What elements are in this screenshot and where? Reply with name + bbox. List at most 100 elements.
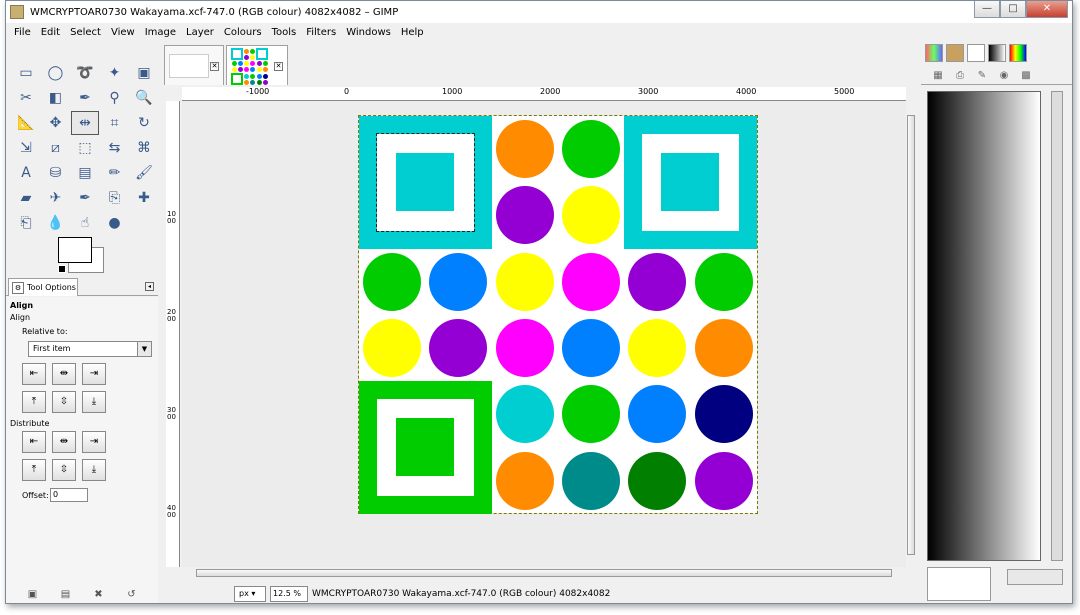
ink-tool-icon[interactable]: ✒ — [71, 186, 99, 210]
align-right-button[interactable]: ⇥ — [82, 363, 106, 385]
paths-tool-icon[interactable]: ✒ — [71, 86, 99, 110]
close-icon[interactable]: ✕ — [274, 62, 283, 71]
zoom-tool-icon[interactable]: 🔍 — [130, 86, 158, 110]
blend-tool-icon[interactable]: ▤ — [71, 161, 99, 185]
distribute-middle-button[interactable]: ⇳ — [52, 459, 76, 481]
foreground-select-tool-icon[interactable]: ◧ — [42, 86, 70, 110]
minimize-button[interactable]: — — [974, 1, 1000, 18]
scissors-tool-icon[interactable]: ✂ — [12, 86, 40, 110]
close-button[interactable]: ✕ — [1026, 1, 1068, 18]
smudge-tool-icon[interactable]: ☝ — [71, 211, 99, 235]
perspective-clone-tool-icon[interactable]: ⎗ — [12, 211, 40, 235]
layers-icon[interactable]: ▦ — [927, 70, 949, 81]
offset-input[interactable]: 0 — [50, 488, 88, 502]
flip-tool-icon[interactable]: ⇆ — [101, 136, 129, 160]
pencil-tool-icon[interactable]: ✏ — [101, 161, 129, 185]
menu-view[interactable]: View — [111, 27, 135, 38]
paths-icon[interactable]: ✎ — [971, 70, 993, 81]
unit-select[interactable]: px ▾ — [234, 586, 266, 602]
panel-menu-icon[interactable]: ◂ — [145, 282, 154, 291]
gradient-preview[interactable] — [927, 91, 1041, 561]
restore-options-icon[interactable]: ▤ — [59, 589, 73, 601]
canvas-area[interactable] — [182, 101, 906, 567]
close-icon[interactable]: ✕ — [210, 62, 219, 71]
align-tool-icon[interactable]: ⇹ — [71, 111, 99, 135]
vertical-scrollbar[interactable] — [906, 101, 916, 567]
palettes-icon[interactable] — [1009, 44, 1027, 62]
horizontal-scrollbar[interactable] — [182, 567, 906, 579]
measure-tool-icon[interactable]: 📐 — [12, 111, 40, 135]
menu-windows[interactable]: Windows — [346, 27, 391, 38]
menu-filters[interactable]: Filters — [306, 27, 336, 38]
blur-tool-icon[interactable]: 💧 — [42, 211, 70, 235]
distribute-right-button[interactable]: ⇥ — [82, 431, 106, 453]
colormap-icon[interactable]: ◉ — [993, 70, 1015, 81]
zoom-select[interactable]: 12.5 % ▾ — [270, 586, 308, 602]
align-center-button[interactable]: ⇹ — [52, 363, 76, 385]
shear-tool-icon[interactable]: ⧄ — [42, 136, 70, 160]
tab-tool-options[interactable]: ⚙ Tool Options — [8, 278, 78, 296]
cage-tool-icon[interactable]: ⌘ — [130, 136, 158, 160]
patterns-icon[interactable] — [925, 44, 943, 62]
channels-icon[interactable]: ⎙ — [949, 70, 971, 81]
histogram-icon[interactable]: ▩ — [1015, 70, 1037, 81]
edit-gradient-button[interactable] — [1007, 569, 1063, 585]
perspective-tool-icon[interactable]: ⬚ — [71, 136, 99, 160]
image-tab-2[interactable]: ✕ — [226, 45, 288, 85]
crop-tool-icon[interactable]: ⌗ — [101, 111, 129, 135]
distribute-bottom-button[interactable]: ⤓ — [82, 459, 106, 481]
dock-scrollbar[interactable] — [1051, 91, 1063, 561]
thumbnail-circle — [256, 61, 262, 67]
brush-dynamics-icon[interactable] — [967, 44, 985, 62]
scale-tool-icon[interactable]: ⇲ — [12, 136, 40, 160]
bucket-fill-tool-icon[interactable]: ⛁ — [42, 161, 70, 185]
heal-tool-icon[interactable]: ✚ — [130, 186, 158, 210]
thumbnail-circle — [231, 61, 237, 67]
align-middle-button[interactable]: ⇳ — [52, 391, 76, 413]
fg-bg-colors[interactable] — [58, 237, 104, 275]
reset-options-icon[interactable]: ↺ — [125, 589, 139, 601]
text-tool-icon[interactable]: A — [12, 161, 40, 185]
clone-tool-icon[interactable]: ⎘ — [101, 186, 129, 210]
distribute-center-button[interactable]: ⇹ — [52, 431, 76, 453]
default-colors-icon[interactable] — [58, 265, 66, 273]
image-tab-1[interactable]: ✕ — [164, 45, 224, 85]
fuzzy-select-tool-icon[interactable]: ✦ — [101, 61, 129, 85]
eraser-tool-icon[interactable]: ▰ — [12, 186, 40, 210]
align-left-button[interactable]: ⇤ — [22, 363, 46, 385]
foreground-color-swatch[interactable] — [58, 237, 92, 263]
color-picker-tool-icon[interactable]: ⚲ — [101, 86, 129, 110]
vertical-ruler[interactable]: 1000 2000 3000 4000 — [166, 101, 180, 567]
maximize-button[interactable]: □ — [1000, 1, 1026, 18]
menu-tools[interactable]: Tools — [272, 27, 297, 38]
select-by-color-tool-icon[interactable]: ▣ — [130, 61, 158, 85]
image-canvas[interactable] — [358, 115, 758, 514]
airbrush-tool-icon[interactable]: ✈ — [42, 186, 70, 210]
menu-image[interactable]: Image — [145, 27, 176, 38]
menu-help[interactable]: Help — [401, 27, 424, 38]
distribute-top-button[interactable]: ⤒ — [22, 459, 46, 481]
delete-options-icon[interactable]: ✖ — [92, 589, 106, 601]
relative-to-select[interactable]: First item ▼ — [28, 341, 152, 357]
thumbnail-circle — [244, 61, 250, 67]
gradients-icon[interactable] — [988, 44, 1006, 62]
horizontal-ruler[interactable]: -1000 0 1000 2000 3000 4000 5000 — [182, 87, 906, 101]
paintbrush-tool-icon[interactable]: 🖌 — [130, 161, 158, 185]
rotate-tool-icon[interactable]: ↻ — [130, 111, 158, 135]
ellipse-select-tool-icon[interactable]: ◯ — [42, 61, 70, 85]
align-top-button[interactable]: ⤒ — [22, 391, 46, 413]
rect-select-tool-icon[interactable]: ▭ — [12, 61, 40, 85]
free-select-tool-icon[interactable]: ➰ — [71, 61, 99, 85]
align-bottom-button[interactable]: ⤓ — [82, 391, 106, 413]
save-options-icon[interactable]: ▣ — [26, 589, 40, 601]
menu-edit[interactable]: Edit — [41, 27, 60, 38]
menu-colours[interactable]: Colours — [224, 27, 262, 38]
dodge-burn-tool-icon[interactable]: ● — [101, 211, 129, 235]
menu-file[interactable]: File — [14, 27, 31, 38]
brushes-icon[interactable] — [946, 44, 964, 62]
relative-to-label: Relative to: — [22, 327, 68, 336]
menu-layer[interactable]: Layer — [186, 27, 214, 38]
move-tool-icon[interactable]: ✥ — [42, 111, 70, 135]
distribute-left-button[interactable]: ⇤ — [22, 431, 46, 453]
menu-select[interactable]: Select — [70, 27, 101, 38]
